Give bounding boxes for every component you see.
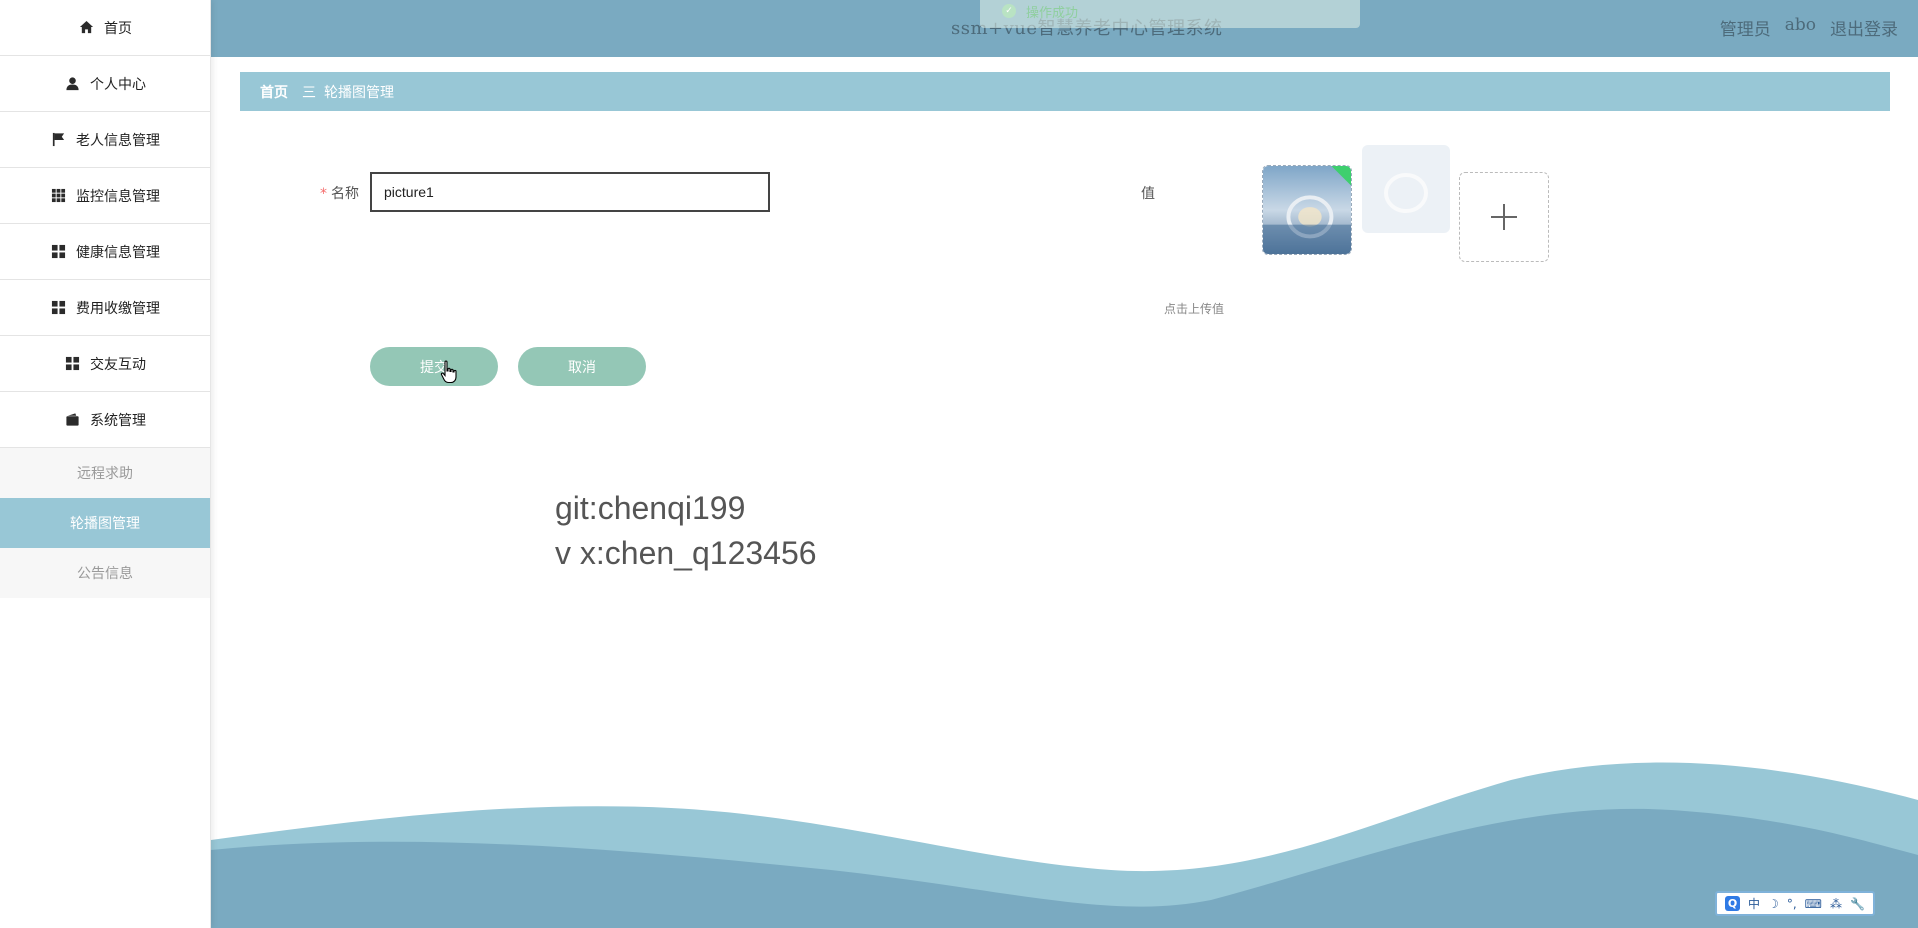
grid-icon [64,356,80,372]
breadcrumb: 首页 三 轮播图管理 [240,72,1890,111]
name-field-label: * 名称 [320,183,359,203]
sidebar-item-elderly[interactable]: 老人信息管理 [0,112,210,168]
success-toast: ✓ 操作成功 [980,0,1360,28]
plugin-icon[interactable]: ⁂ [1830,897,1842,911]
submit-button[interactable]: 提交 [370,347,498,386]
sidebar-item-monitor[interactable]: 监控信息管理 [0,168,210,224]
ime-logo-icon: Q [1725,896,1740,911]
sidebar-item-profile[interactable]: 个人中心 [0,56,210,112]
user-area: 管理员 abo 退出登录 [1720,15,1898,40]
sidebar-item-home[interactable]: 首页 [0,0,210,56]
cancel-button[interactable]: 取消 [518,347,646,386]
value-field-label: 值 [1141,186,1155,202]
ime-toolbar[interactable]: Q 中 ☽ °, ⌨ ⁂ 🔧 [1715,891,1875,916]
decorative-waves [211,762,1918,928]
sidebar-item-social[interactable]: 交友互动 [0,336,210,392]
toast-message: 操作成功 [1026,5,1079,21]
submenu-item-notice[interactable]: 公告信息 [0,548,210,598]
sidebar-item-fees[interactable]: 费用收缴管理 [0,280,210,336]
ime-mode[interactable]: 中 [1748,895,1760,912]
submenu-item-remote-help[interactable]: 远程求助 [0,448,210,498]
keyboard-icon[interactable]: ⌨ [1805,897,1822,911]
sidebar-item-label: 监控信息管理 [76,188,160,205]
upload-hint: 点击上传值 [1164,302,1225,316]
submenu-item-carousel[interactable]: 轮播图管理 [0,498,210,548]
upload-button[interactable] [1459,172,1549,262]
sidebar-item-label: 首页 [104,20,132,37]
sidebar-item-label: 费用收缴管理 [76,300,160,317]
check-icon: ✓ [1002,4,1016,18]
watermark-line: git:chenqi199 [555,490,746,526]
home-icon [78,20,94,36]
dragging-image-ghost [1362,145,1450,233]
sidebar-item-label: 老人信息管理 [76,132,160,149]
username: abo [1784,15,1816,35]
sidebar-item-label: 个人中心 [90,76,146,93]
breadcrumb-separator: 三 [302,84,316,101]
required-mark: * [320,186,327,202]
plus-icon [1491,204,1517,230]
sidebar-item-system[interactable]: 系统管理 [0,392,210,448]
uploaded-image-thumbnail[interactable] [1262,165,1352,255]
logout-link[interactable]: 退出登录 [1830,15,1898,40]
grid-icon [50,300,66,316]
watermark-line: v x:chen_q123456 [555,535,817,571]
ime-punctuation[interactable]: °, [1787,897,1797,911]
name-input[interactable] [370,172,770,212]
breadcrumb-home[interactable]: 首页 [260,82,288,102]
user-role: 管理员 [1719,20,1771,40]
sidebar-item-label: 健康信息管理 [76,244,160,261]
submenu-item-label: 公告信息 [77,566,133,582]
user-icon [64,76,80,92]
breadcrumb-current: 轮播图管理 [324,84,394,101]
name-label-text: 名称 [331,186,359,202]
sidebar-item-health[interactable]: 健康信息管理 [0,224,210,280]
submenu-item-label: 远程求助 [77,466,133,482]
sidebar: 首页 个人中心 老人信息管理 监控信息管理 健康信息管理 费用收缴管理 交友互动… [0,0,211,928]
top-header: ✓ 操作成功 ssm+vue智慧养老中心管理系统 管理员 abo 退出登录 [211,0,1918,57]
moon-icon[interactable]: ☽ [1768,897,1779,911]
hand-cursor-icon [440,360,457,384]
sidebar-item-label: 系统管理 [90,412,146,429]
flag-icon [50,132,66,148]
grid-icon [50,188,66,204]
watermark-text: git:chenqi199 v x:chen_q123456 [555,486,817,576]
sidebar-item-label: 交友互动 [90,356,146,373]
wrench-icon[interactable]: 🔧 [1850,897,1865,911]
grid-icon [50,244,66,260]
wallet-icon [64,412,80,428]
submenu-item-label: 轮播图管理 [70,516,140,532]
